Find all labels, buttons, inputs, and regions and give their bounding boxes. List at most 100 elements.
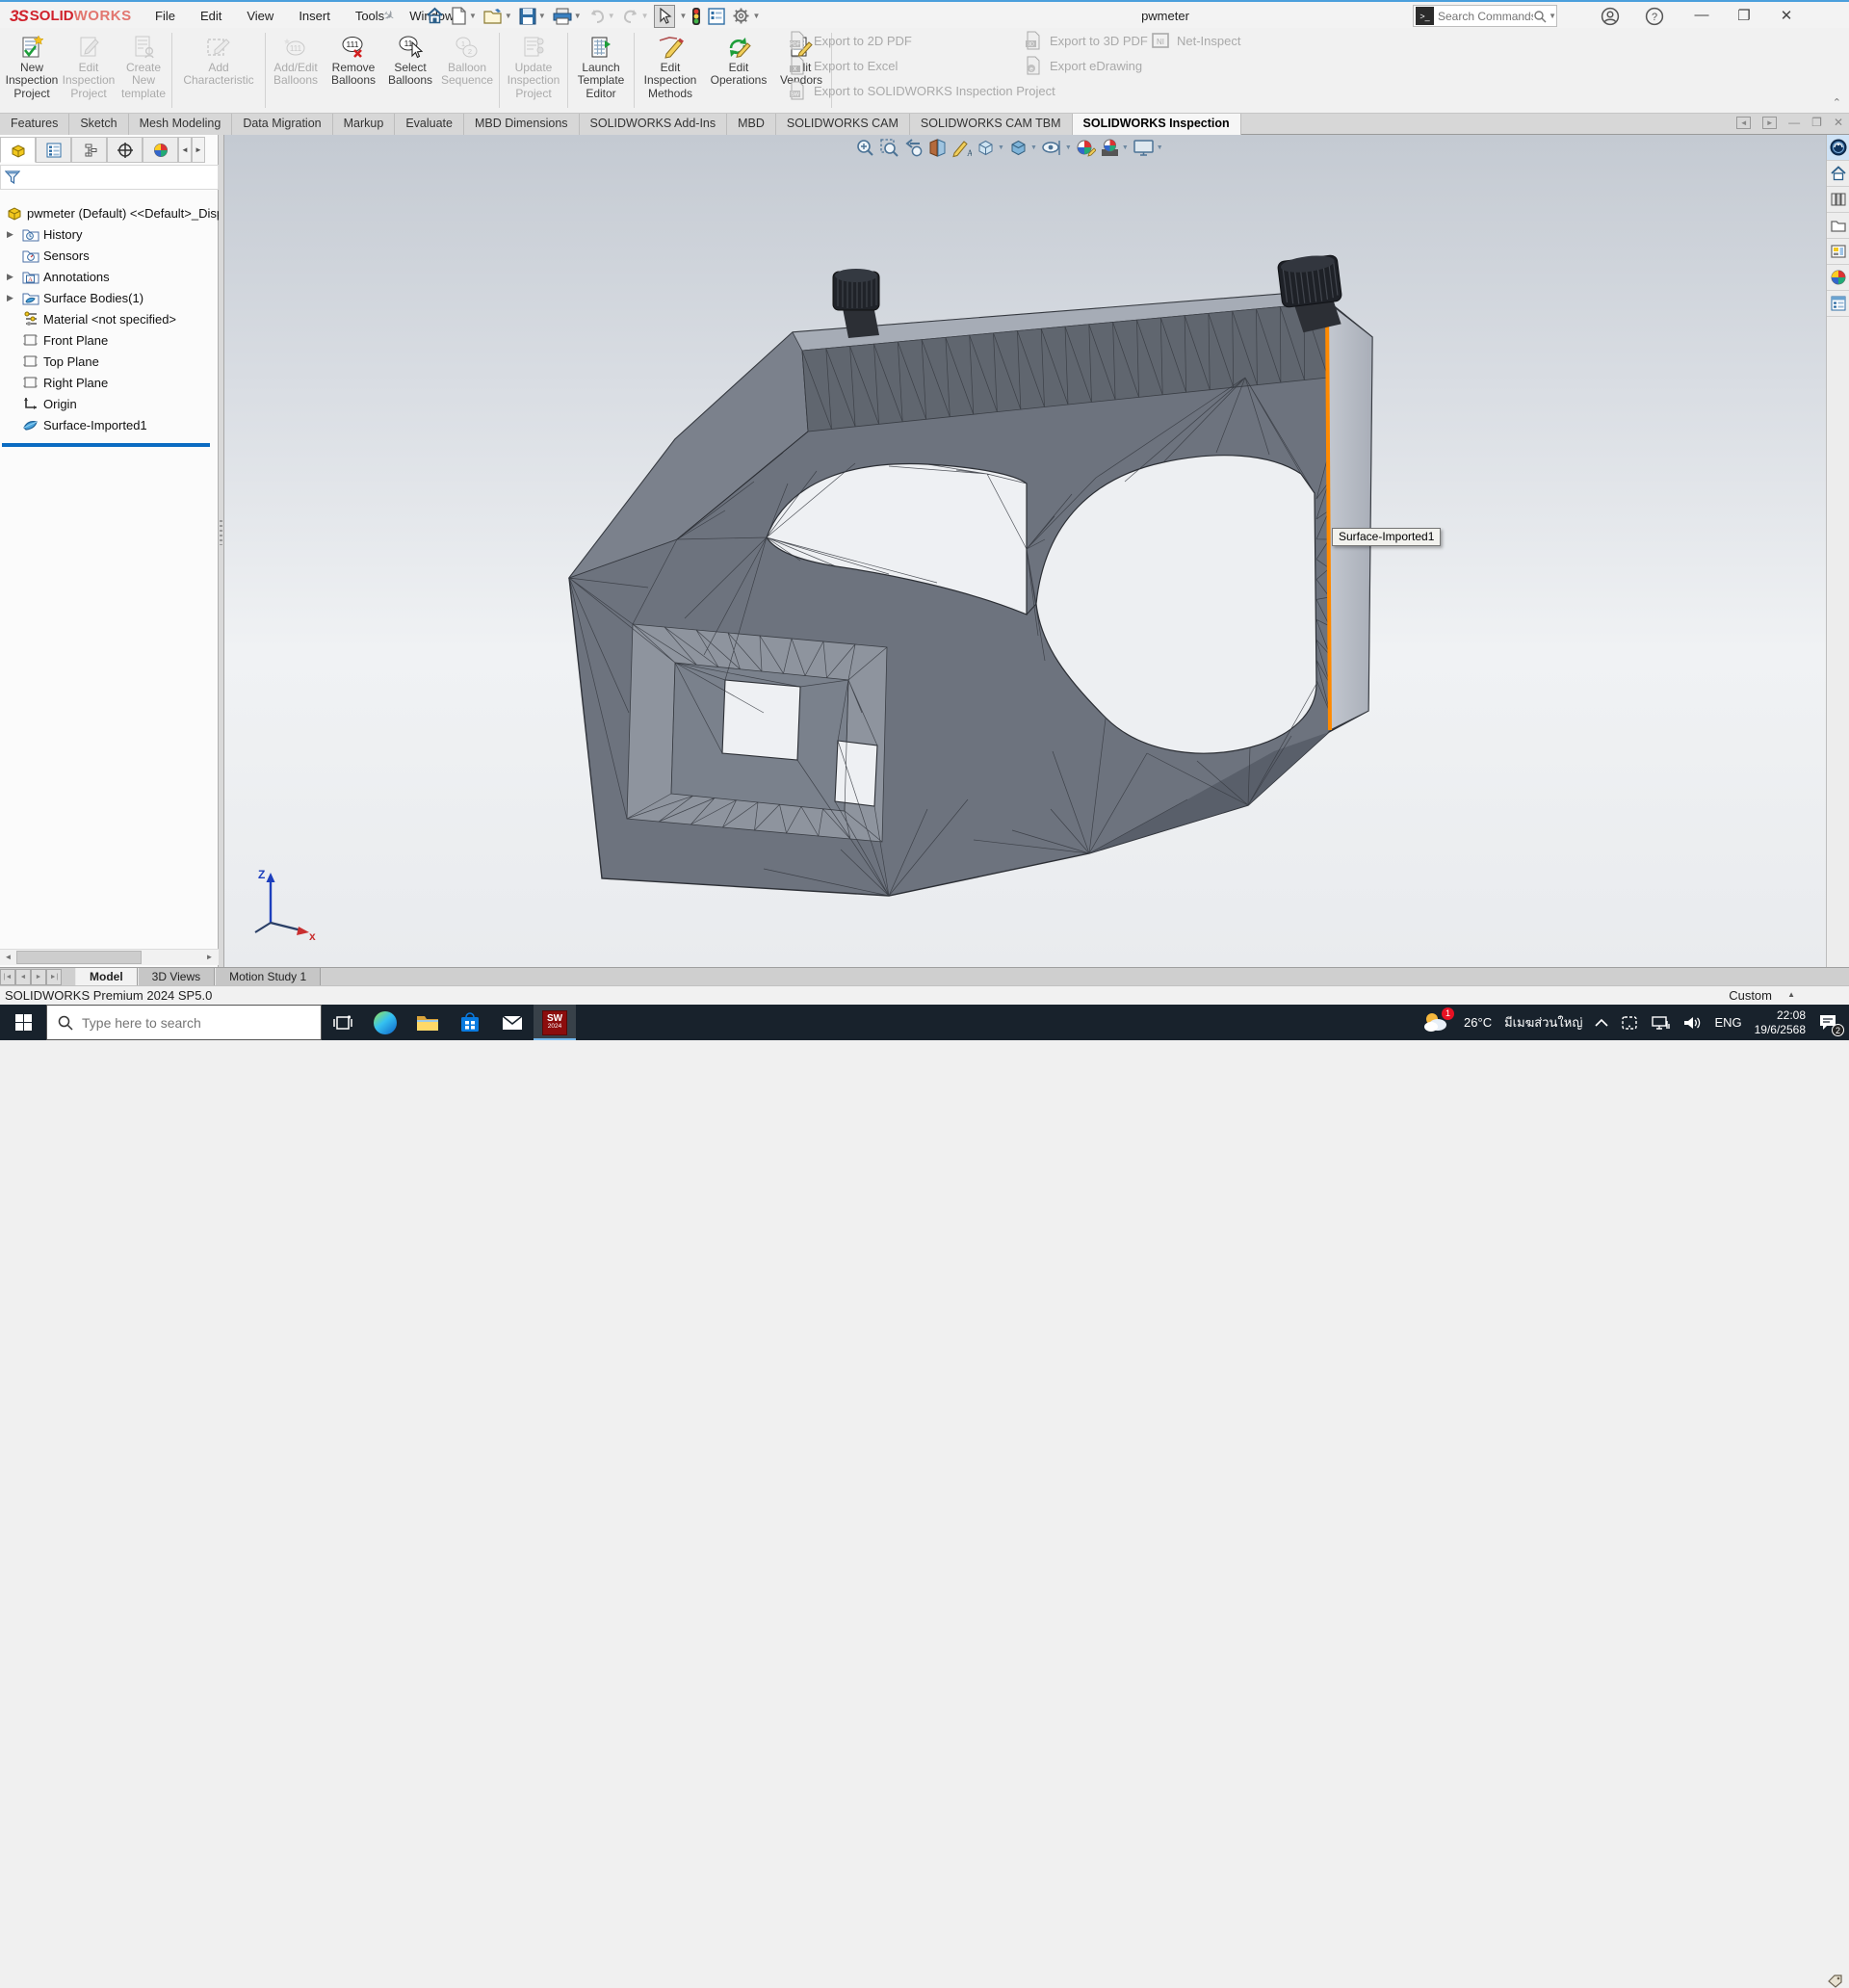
view-orientation-icon[interactable]: ▼ xyxy=(976,138,1004,158)
menu-file[interactable]: File xyxy=(143,2,188,30)
tab-markup[interactable]: Markup xyxy=(333,114,396,135)
menu-view[interactable]: View xyxy=(234,2,286,30)
displaymanager-tab[interactable] xyxy=(143,137,178,163)
featuremanager-tree-tab[interactable] xyxy=(0,137,36,163)
select-tool-button[interactable] xyxy=(654,5,675,28)
filter-funnel-icon[interactable] xyxy=(5,170,20,185)
weather-button[interactable]: 1 xyxy=(1422,1010,1451,1035)
taskbar-search-input[interactable] xyxy=(82,1015,274,1031)
export-solidworks-inspection-project-button[interactable]: SW Export to SOLIDWORKS Inspection Proje… xyxy=(788,78,1055,103)
tree-item-origin[interactable]: Origin xyxy=(0,393,219,414)
remove-balloons-button[interactable]: 111 Remove Balloons xyxy=(324,30,383,111)
menu-edit[interactable]: Edit xyxy=(188,2,234,30)
zoom-to-fit-icon[interactable] xyxy=(855,138,875,158)
unit-system-selector[interactable]: Custom xyxy=(1729,988,1772,1003)
propertymanager-tab[interactable] xyxy=(36,137,71,163)
knurled-knob-left[interactable] xyxy=(833,269,879,338)
tablet-mode-icon[interactable] xyxy=(1621,1015,1638,1031)
clock[interactable]: 22:08 19/6/2568 xyxy=(1755,1008,1806,1037)
launch-template-editor-button[interactable]: Launch Template Editor xyxy=(570,30,632,111)
add-edit-balloons-button[interactable]: 111 Add/Edit Balloons xyxy=(268,30,324,111)
display-style-icon[interactable]: ▼ xyxy=(1008,138,1037,158)
configurationmanager-tab[interactable] xyxy=(71,137,107,163)
select-balloons-button[interactable]: 11 Select Balloons xyxy=(383,30,437,111)
store-button[interactable] xyxy=(449,1005,491,1040)
save-button[interactable]: ▼ xyxy=(517,5,548,28)
language-indicator[interactable]: ENG xyxy=(1714,1015,1741,1030)
tree-root-item[interactable]: pwmeter (Default) <<Default>_Display xyxy=(0,202,219,223)
tree-item-annotations[interactable]: ▶ A Annotations xyxy=(0,266,219,287)
print-button[interactable]: ▼ xyxy=(551,5,584,28)
tab-features[interactable]: Features xyxy=(0,114,69,135)
scroll-left-arrow-icon[interactable]: ◄ xyxy=(0,950,16,965)
help-icon[interactable]: ? xyxy=(1645,7,1664,26)
new-inspection-project-button[interactable]: New Inspection Project xyxy=(4,30,60,111)
tab-model[interactable]: Model xyxy=(75,968,138,985)
model-right-band-face[interactable] xyxy=(1328,302,1372,730)
tab-mesh-modeling[interactable]: Mesh Modeling xyxy=(129,114,233,135)
edit-appearance-icon[interactable] xyxy=(1076,138,1096,158)
window-restore-button[interactable]: ❐ xyxy=(1733,7,1755,24)
zoom-to-area-icon[interactable] xyxy=(879,138,899,158)
edit-operations-button[interactable]: Edit Operations xyxy=(704,30,773,111)
expand-arrow-icon[interactable]: ▶ xyxy=(7,293,16,303)
appearances-scenes-tab[interactable] xyxy=(1827,265,1849,291)
scroll-right-arrow-icon[interactable]: ► xyxy=(201,950,218,965)
search-icon[interactable] xyxy=(1533,10,1547,23)
previous-view-icon[interactable] xyxy=(903,138,924,158)
create-new-template-button[interactable]: Create New template xyxy=(117,30,169,111)
show-hidden-icons-chevron[interactable] xyxy=(1595,1018,1608,1028)
annotation-visibility-icon[interactable]: A xyxy=(951,138,972,158)
tab-3d-views[interactable]: 3D Views xyxy=(138,968,215,985)
tag-icon[interactable] xyxy=(1828,1975,1843,1988)
tab-evaluate[interactable]: Evaluate xyxy=(395,114,464,135)
expand-arrow-icon[interactable]: ▶ xyxy=(7,229,16,240)
volume-icon[interactable] xyxy=(1682,1015,1702,1031)
weather-temperature[interactable]: 26°C xyxy=(1464,1015,1492,1030)
weather-description[interactable]: มีเมฆส่วนใหญ่ xyxy=(1504,1012,1582,1033)
window-minimize-button[interactable]: — xyxy=(1691,7,1712,23)
scrollbar-thumb[interactable] xyxy=(16,951,142,964)
taskbar-search-box[interactable] xyxy=(46,1005,322,1040)
tree-item-history[interactable]: ▶ History xyxy=(0,223,219,245)
graphics-viewport[interactable]: A ▼ ▼ ▼ ▼ ▼ Surface-Imported1 Z x xyxy=(224,135,1826,967)
expand-arrow-icon[interactable]: ▶ xyxy=(7,272,16,282)
unit-system-caret[interactable]: ▲ xyxy=(1787,990,1795,999)
panel-tabs-scroll-right[interactable]: ► xyxy=(192,137,205,163)
search-commands-input[interactable] xyxy=(1438,10,1533,23)
tab-mbd[interactable]: MBD xyxy=(727,114,776,135)
tree-item-material[interactable]: Material <not specified> xyxy=(0,308,219,329)
tree-item-right-plane[interactable]: Right Plane xyxy=(0,372,219,393)
edge-button[interactable] xyxy=(364,1005,406,1040)
export-3d-pdf-button[interactable]: 3D Export to 3D PDF xyxy=(1024,28,1148,53)
hide-show-items-icon[interactable]: ▼ xyxy=(1041,138,1072,158)
tree-item-sensors[interactable]: Sensors xyxy=(0,245,219,266)
3dexperience-tab[interactable] xyxy=(1827,135,1849,161)
tab-mbd-dimensions[interactable]: MBD Dimensions xyxy=(464,114,580,135)
new-document-button[interactable]: ▼ xyxy=(449,5,479,28)
tab-solidworks-add-ins[interactable]: SOLIDWORKS Add-Ins xyxy=(580,114,728,135)
export-edrawing-button[interactable]: e Export eDrawing xyxy=(1024,53,1148,78)
tab-sketch[interactable]: Sketch xyxy=(69,114,128,135)
export-2d-pdf-button[interactable]: PDF Export to 2D PDF xyxy=(788,28,1055,53)
doc-minimize-button[interactable]: — xyxy=(1788,116,1800,129)
action-center-button[interactable]: 2 xyxy=(1818,1013,1839,1033)
section-view-icon[interactable] xyxy=(927,138,948,158)
tree-item-surface-bodies[interactable]: ▶ Surface Bodies(1) xyxy=(0,287,219,308)
add-characteristic-button[interactable]: Add Characteristic xyxy=(174,30,263,111)
redo-button[interactable]: ▼ xyxy=(620,5,651,28)
view-palette-tab[interactable] xyxy=(1827,239,1849,265)
tab-data-migration[interactable]: Data Migration xyxy=(232,114,332,135)
menu-insert[interactable]: Insert xyxy=(286,2,343,30)
doc-close-button[interactable]: ✕ xyxy=(1834,116,1843,129)
tree-filter-row[interactable] xyxy=(0,165,219,190)
network-icon[interactable] xyxy=(1651,1015,1670,1031)
rebuild-button[interactable] xyxy=(690,5,703,28)
apply-scene-icon[interactable]: ▼ xyxy=(1100,138,1129,158)
solidworks-app-button[interactable]: SW 2024 xyxy=(534,1005,576,1040)
tab-scroll-prev-icon[interactable]: ◄ xyxy=(15,969,31,985)
tree-horizontal-scrollbar[interactable]: ◄ ► xyxy=(0,949,219,965)
pane-expand-right-icon[interactable]: ► xyxy=(1762,117,1777,129)
doc-restore-button[interactable]: ❐ xyxy=(1811,116,1822,129)
view-settings-icon[interactable]: ▼ xyxy=(1133,138,1163,158)
